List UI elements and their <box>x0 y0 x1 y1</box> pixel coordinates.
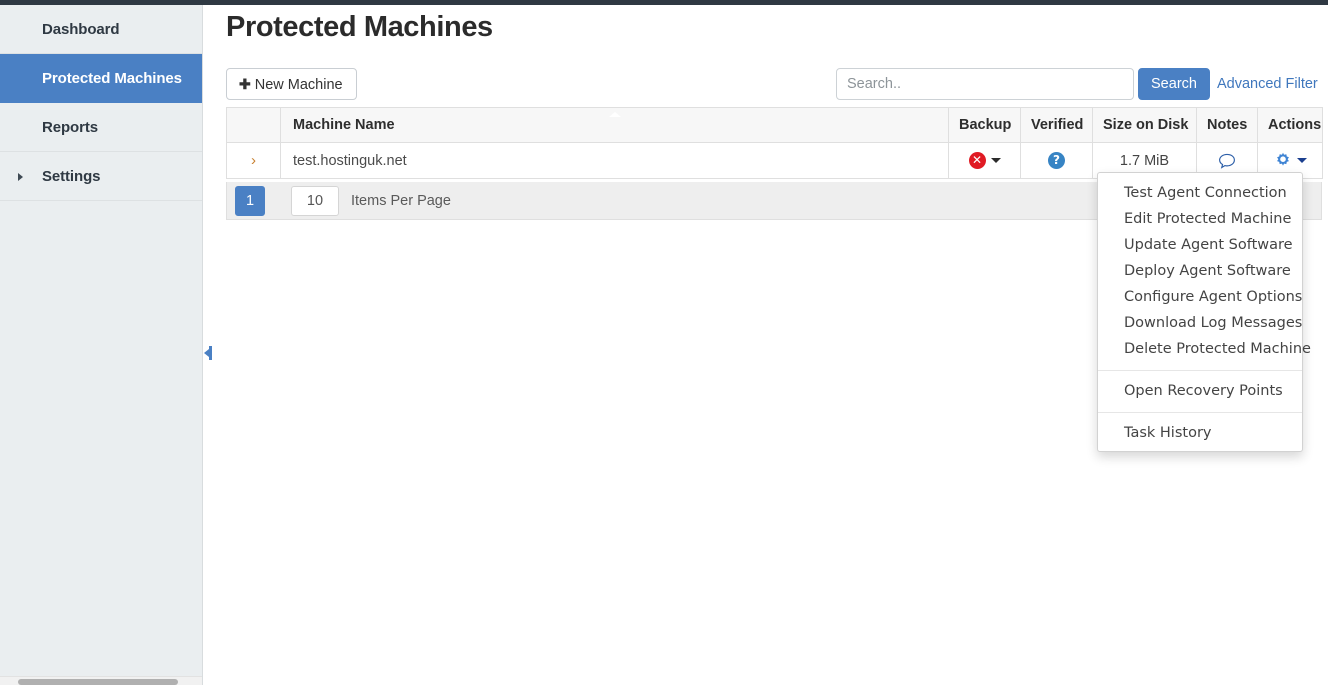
actions-dropdown-menu: Test Agent Connection Edit Protected Mac… <box>1097 172 1311 452</box>
menu-item-delete-protected-machine[interactable]: Delete Protected Machine <box>1098 336 1311 362</box>
sidebar-item-label: Settings <box>42 168 101 185</box>
sort-ascending-icon <box>608 112 621 117</box>
column-header-label: Backup <box>959 117 1012 133</box>
cell-backup-status[interactable]: ✕ <box>948 142 1021 179</box>
toolbar: ✚New Machine Search Advanced Filter <box>204 61 1328 107</box>
sidebar-item-label: Dashboard <box>42 21 120 38</box>
menu-divider <box>1098 370 1302 371</box>
menu-item-open-recovery-points[interactable]: Open Recovery Points <box>1098 378 1302 404</box>
error-circle-icon: ✕ <box>968 152 986 169</box>
collapse-handle-bar <box>209 346 212 360</box>
size-on-disk-text: 1.7 MiB <box>1119 152 1170 169</box>
menu-divider <box>1098 412 1302 413</box>
column-header-machine-name[interactable]: Machine Name <box>280 107 949 143</box>
gear-icon[interactable] <box>1274 152 1292 170</box>
column-header-label: Size on Disk <box>1103 117 1189 133</box>
table-header: Machine Name Backup Verified Size on Dis… <box>226 107 1323 143</box>
cell-verified-status[interactable]: ? <box>1020 142 1093 179</box>
sidebar-item-protected-machines[interactable]: Protected Machines <box>0 54 202 103</box>
column-header-expand <box>226 107 281 143</box>
scrollbar-thumb[interactable] <box>18 679 178 685</box>
machines-table: Machine Name Backup Verified Size on Dis… <box>226 107 1323 179</box>
menu-item-edit-protected-machine[interactable]: Edit Protected Machine <box>1098 206 1302 232</box>
chevron-right-icon[interactable]: › <box>251 152 256 169</box>
new-machine-button[interactable]: ✚ New Machine <box>226 68 357 100</box>
table-header-row: Machine Name Backup Verified Size on Dis… <box>226 107 1323 143</box>
column-header-size-on-disk[interactable]: Size on Disk <box>1092 107 1197 143</box>
items-per-page-input[interactable] <box>291 186 339 216</box>
sidebar-collapse-toggle[interactable] <box>203 346 212 360</box>
cell-machine-name: test.hostinguk.net <box>280 142 949 179</box>
machine-name-text: test.hostinguk.net <box>293 152 407 169</box>
comment-icon[interactable] <box>1218 153 1236 169</box>
caret-down-icon[interactable] <box>1296 158 1307 163</box>
menu-item-configure-agent-options[interactable]: Configure Agent Options <box>1098 284 1302 310</box>
column-header-label: Machine Name <box>293 117 395 133</box>
menu-item-test-agent-connection[interactable]: Test Agent Connection <box>1098 180 1302 206</box>
menu-item-deploy-agent-software[interactable]: Deploy Agent Software <box>1098 258 1302 284</box>
menu-item-task-history[interactable]: Task History <box>1098 420 1302 446</box>
sidebar-item-reports[interactable]: Reports <box>0 103 202 152</box>
caret-down-icon[interactable] <box>990 158 1001 163</box>
items-per-page-label: Items Per Page <box>351 193 451 209</box>
plus-icon: ✚ <box>239 76 251 92</box>
menu-item-update-agent-software[interactable]: Update Agent Software <box>1098 232 1302 258</box>
column-header-notes[interactable]: Notes <box>1196 107 1258 143</box>
new-machine-button-label: New Machine <box>254 77 343 93</box>
column-header-actions: Actions <box>1257 107 1323 143</box>
row-expand-cell[interactable]: › <box>226 142 281 179</box>
machines-table-wrapper: Machine Name Backup Verified Size on Dis… <box>226 107 1323 179</box>
search-input[interactable] <box>836 68 1134 100</box>
question-circle-icon: ? <box>1048 152 1065 169</box>
column-header-backup[interactable]: Backup <box>948 107 1021 143</box>
column-header-label: Notes <box>1207 117 1248 133</box>
column-header-label: Verified <box>1031 117 1084 133</box>
sidebar-horizontal-scrollbar[interactable] <box>0 676 202 685</box>
menu-item-download-log-messages[interactable]: Download Log Messages <box>1098 310 1302 336</box>
page-button-1[interactable]: 1 <box>235 186 265 216</box>
page-title: Protected Machines <box>226 11 493 43</box>
sidebar-item-settings[interactable]: Settings <box>0 152 202 201</box>
chevron-right-icon <box>18 173 23 181</box>
column-header-verified[interactable]: Verified <box>1020 107 1093 143</box>
sidebar-item-dashboard[interactable]: Dashboard <box>0 5 202 54</box>
sidebar-item-label: Reports <box>42 119 98 136</box>
sidebar: Dashboard Protected Machines Reports Set… <box>0 5 203 685</box>
sidebar-item-label: Protected Machines <box>42 70 182 87</box>
column-header-label: Actions <box>1268 117 1322 133</box>
advanced-filter-link[interactable]: Advanced Filter <box>1217 68 1318 100</box>
search-button[interactable]: Search <box>1138 68 1210 100</box>
